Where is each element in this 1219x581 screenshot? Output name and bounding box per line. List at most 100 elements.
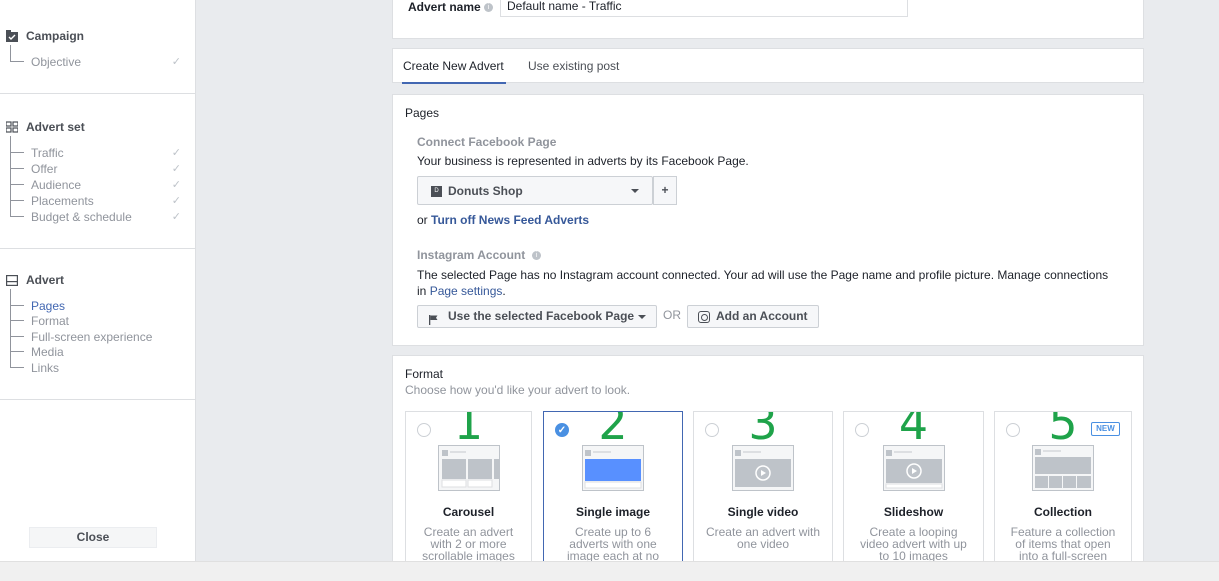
checked-radio-icon[interactable]: ✓ <box>555 423 569 437</box>
collection-icon <box>1032 445 1094 491</box>
single-image-icon <box>582 445 644 491</box>
radio-button[interactable] <box>855 423 869 437</box>
sidebar-heading-advert[interactable]: Advert <box>6 273 64 287</box>
format-option-title: Carousel <box>442 505 495 519</box>
format-option-description: Create an advert with 2 or more scrollab… <box>422 525 515 563</box>
grid-icon <box>5 121 19 133</box>
add-account-label: Add an Account <box>716 309 808 323</box>
sidebar-item-audience[interactable]: Audience ✓ <box>10 168 185 193</box>
use-selected-facebook-page-button[interactable]: Use the selected Facebook Page <box>417 305 657 328</box>
format-option-collection[interactable]: 5 NEW Collection Feature a collection of… <box>994 411 1132 571</box>
use-selected-facebook-page-label: Use the selected Facebook Page <box>448 309 635 323</box>
flag-icon <box>429 311 438 325</box>
tree-connector <box>10 304 24 321</box>
tab-use-existing-post[interactable]: Use existing post <box>528 49 619 83</box>
sidebar-item-label: Budget & schedule <box>31 210 132 224</box>
check-icon: ✓ <box>171 195 181 207</box>
sidebar-heading-campaign[interactable]: Campaign <box>6 29 84 43</box>
sidebar-item-label: Audience <box>31 178 82 192</box>
sidebar-item-label: Objective <box>31 55 82 69</box>
connect-facebook-page-description: Your business is represented in adverts … <box>417 154 749 168</box>
format-option-description: Feature a collection of items that open … <box>1010 525 1116 563</box>
period: . <box>502 284 506 298</box>
sidebar-item-traffic[interactable]: Traffic ✓ <box>10 136 185 161</box>
tree-connector <box>10 152 24 169</box>
connect-facebook-page-label: Connect Facebook Page <box>417 135 557 149</box>
sidebar-item-label: Traffic <box>31 146 64 160</box>
page-settings-link[interactable]: Page settings <box>430 284 503 298</box>
advert-name-input[interactable] <box>500 0 908 17</box>
sidebar-item-full-screen-experience[interactable]: Full-screen experience <box>10 320 185 345</box>
radio-button[interactable] <box>417 423 431 437</box>
format-option-single-image[interactable]: 2 ✓ Single image Create up to 6 adverts … <box>543 411 683 571</box>
advert-creation-tabs: Create New Advert Use existing post <box>392 48 1144 84</box>
advert-name-label: Advert name <box>408 0 481 14</box>
format-option-title: Slideshow <box>883 505 944 519</box>
format-option-description: Create an advert with one video <box>705 525 821 551</box>
campaign-folder-icon <box>6 30 18 42</box>
instagram-account-description: The selected Page has no Instagram accou… <box>417 267 1127 299</box>
tree-connector <box>10 184 24 201</box>
advert-icon <box>6 274 19 287</box>
instagram-description-in: in <box>417 284 427 298</box>
sidebar-item-label: Placements <box>31 194 94 208</box>
info-icon[interactable]: i <box>484 3 493 12</box>
sidebar-item-pages[interactable]: Pages <box>10 289 185 314</box>
sidebar-item-offer[interactable]: Offer ✓ <box>10 152 185 177</box>
check-icon: ✓ <box>171 163 181 175</box>
new-badge: NEW <box>1091 422 1120 436</box>
format-title: Format <box>405 367 444 381</box>
radio-button[interactable] <box>705 423 719 437</box>
info-icon[interactable]: i <box>532 251 541 260</box>
instagram-icon <box>698 311 710 323</box>
format-option-title: Collection <box>1033 505 1092 519</box>
tree-connector <box>10 351 24 368</box>
pages-title: Pages <box>405 106 440 120</box>
sidebar-section-advert-set: Advert set Traffic ✓ Offer ✓ Audience ✓ … <box>0 94 195 249</box>
sidebar-item-placements[interactable]: Placements ✓ <box>10 184 185 209</box>
advert-name-card: Advert name i <box>392 0 1144 39</box>
format-option-slideshow[interactable]: 4 Slideshow Create a looping video adver… <box>843 411 984 571</box>
or-separator: OR <box>663 308 681 322</box>
selected-page-name: Donuts Shop <box>448 184 523 198</box>
tab-create-new-advert[interactable]: Create New Advert <box>402 49 506 84</box>
bottom-bar <box>0 561 1219 581</box>
pages-card: Pages Connect Facebook Page Your busines… <box>392 94 1144 346</box>
format-option-single-video[interactable]: 3 Single video Create an advert with one… <box>693 411 833 571</box>
sidebar-item-label: Full-screen experience <box>31 330 153 344</box>
format-card: Format Choose how you'd like your advert… <box>392 355 1144 571</box>
add-page-button[interactable]: + <box>653 176 677 205</box>
turn-off-news-feed-adverts-link[interactable]: Turn off News Feed Adverts <box>431 213 589 227</box>
sidebar-item-format[interactable]: Format <box>10 304 185 329</box>
sidebar-section-advert: Advert Pages Format Full-screen experien… <box>0 249 195 400</box>
sidebar-item-links[interactable]: Links <box>10 351 185 376</box>
facebook-page-select[interactable]: D Donuts Shop <box>417 176 653 205</box>
radio-button[interactable] <box>1006 423 1020 437</box>
page-avatar-icon: D <box>431 186 442 197</box>
check-icon: ✓ <box>171 179 181 191</box>
format-option-carousel[interactable]: 1 Carousel Create an advert with 2 or mo… <box>405 411 532 571</box>
chevron-down-icon <box>638 315 646 319</box>
tree-connector <box>10 45 24 62</box>
tree-connector <box>10 168 24 185</box>
carousel-icon <box>437 445 500 491</box>
sidebar-heading-label: Advert set <box>26 120 85 134</box>
sidebar-item-media[interactable]: Media <box>10 335 185 360</box>
add-instagram-account-button[interactable]: Add an Account <box>687 305 819 328</box>
close-button[interactable]: Close <box>29 527 157 548</box>
sidebar-item-objective[interactable]: Objective ✓ <box>10 45 185 70</box>
instagram-account-label: Instagram Account <box>417 248 526 262</box>
check-icon: ✓ <box>171 211 181 223</box>
tree-connector <box>10 200 24 217</box>
single-video-icon <box>732 445 794 491</box>
slideshow-icon <box>882 445 945 491</box>
sidebar-section-campaign: Campaign Objective ✓ <box>0 0 195 94</box>
sidebar: Campaign Objective ✓ Advert set Traffic … <box>0 0 196 561</box>
sidebar-item-label: Offer <box>31 162 58 176</box>
sidebar-item-label: Links <box>31 361 60 375</box>
check-icon: ✓ <box>171 56 181 68</box>
sidebar-heading-advert-set[interactable]: Advert set <box>5 120 85 134</box>
format-option-description: Create a looping video advert with up to… <box>860 525 967 563</box>
tree-connector <box>10 136 24 153</box>
sidebar-item-budget-schedule[interactable]: Budget & schedule ✓ <box>10 200 185 225</box>
